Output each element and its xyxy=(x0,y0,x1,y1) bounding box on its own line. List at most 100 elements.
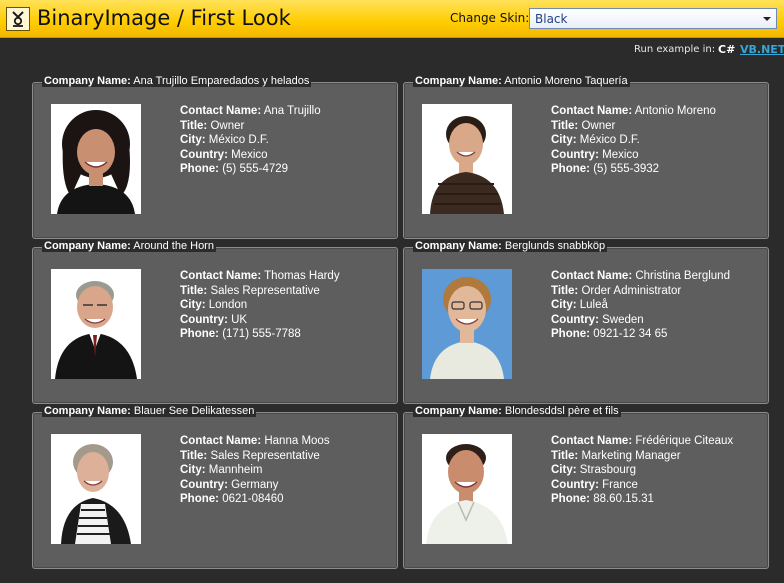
company-name-value: Antonio Moreno Taquería xyxy=(504,75,628,87)
country-value: Sweden xyxy=(602,313,644,326)
page-title: BinaryImage / First Look xyxy=(37,6,291,30)
contact-details: Contact Name: Christina Berglund Title: … xyxy=(551,269,730,342)
country-value: Mexico xyxy=(602,148,639,161)
skin-dropdown-value: Black xyxy=(535,12,568,26)
contact-details: Contact Name: Antonio Moreno Title: Owne… xyxy=(551,104,716,177)
title-label: Title: xyxy=(180,449,208,462)
company-name-label: Company Name: xyxy=(415,240,502,252)
contact-name-row: Contact Name: Thomas Hardy xyxy=(180,269,340,284)
country-row: Country: Mexico xyxy=(551,148,716,163)
company-card: Company Name: Ana Trujillo Emparedados y… xyxy=(32,75,398,239)
company-name-label: Company Name: xyxy=(44,240,131,252)
phone-row: Phone: (171) 555-7788 xyxy=(180,327,340,342)
phone-label: Phone: xyxy=(551,163,590,176)
company-name-label: Company Name: xyxy=(44,405,131,417)
country-row: Country: Sweden xyxy=(551,313,730,328)
company-card: Company Name: Blauer See Delikatessen Co… xyxy=(32,405,398,569)
title-value: Marketing Manager xyxy=(581,449,681,462)
phone-value: 0921-12 34 65 xyxy=(593,328,668,341)
company-name-value: Berglunds snabbköp xyxy=(504,240,606,252)
country-label: Country: xyxy=(180,313,228,326)
city-label: City: xyxy=(180,464,206,477)
contact-photo xyxy=(422,434,512,544)
header-bar: BinaryImage / First Look Change Skin: Bl… xyxy=(0,0,784,38)
vbnet-link[interactable]: VB.NET xyxy=(740,43,784,56)
company-card: Company Name: Around the Horn Contact Na… xyxy=(32,240,398,404)
title-label: Title: xyxy=(551,119,579,132)
company-name-value: Blondesddsl père et fils xyxy=(504,405,619,417)
contact-name-label: Contact Name: xyxy=(180,435,262,447)
title-row: Title: Sales Representative xyxy=(180,449,330,464)
title-label: Title: xyxy=(180,284,208,297)
phone-label: Phone: xyxy=(551,328,590,341)
title-row: Title: Order Administrator xyxy=(551,284,730,299)
phone-label: Phone: xyxy=(180,328,219,341)
chevron-down-icon[interactable] xyxy=(758,9,776,28)
phone-row: Phone: (5) 555-4729 xyxy=(180,162,321,177)
contact-photo xyxy=(51,104,141,214)
city-value: Luleå xyxy=(579,299,608,312)
country-row: Country: Mexico xyxy=(180,148,321,163)
contact-name-value: Antonio Moreno xyxy=(634,105,716,117)
company-name: Company Name: Antonio Moreno Taquería xyxy=(413,75,630,87)
company-card: Company Name: Berglunds snabbköp Contact… xyxy=(403,240,769,404)
contact-name-row: Contact Name: Ana Trujillo xyxy=(180,104,321,119)
phone-row: Phone: 0621-08460 xyxy=(180,492,330,507)
city-value: Strasbourg xyxy=(579,464,637,477)
contact-photo xyxy=(51,269,141,379)
city-label: City: xyxy=(180,299,206,312)
title-row: Title: Owner xyxy=(551,119,716,134)
phone-label: Phone: xyxy=(180,493,219,506)
city-row: City: Strasbourg xyxy=(551,463,733,478)
company-name-value: Blauer See Delikatessen xyxy=(133,405,255,417)
company-name: Company Name: Ana Trujillo Emparedados y… xyxy=(42,75,312,87)
binaryimage-logo-icon xyxy=(6,7,30,31)
contact-name-label: Contact Name: xyxy=(551,435,633,447)
city-row: City: México D.F. xyxy=(551,133,716,148)
title-value: Order Administrator xyxy=(581,284,682,297)
city-label: City: xyxy=(180,134,206,147)
contact-name-value: Thomas Hardy xyxy=(264,270,340,282)
phone-value: (171) 555-7788 xyxy=(222,328,301,341)
phone-value: 0621-08460 xyxy=(222,493,284,506)
change-skin-label: Change Skin: xyxy=(450,11,530,25)
contact-details: Contact Name: Hanna Moos Title: Sales Re… xyxy=(180,434,330,507)
contact-name-value: Frédérique Citeaux xyxy=(635,435,734,447)
company-name-value: Ana Trujillo Emparedados y helados xyxy=(133,75,310,87)
title-row: Title: Marketing Manager xyxy=(551,449,733,464)
contact-name-label: Contact Name: xyxy=(551,270,633,282)
country-label: Country: xyxy=(180,148,228,161)
country-row: Country: UK xyxy=(180,313,340,328)
city-value: México D.F. xyxy=(579,134,640,147)
phone-value: 88.60.15.31 xyxy=(593,493,654,506)
phone-row: Phone: 0921-12 34 65 xyxy=(551,327,730,342)
city-value: México D.F. xyxy=(208,134,269,147)
title-value: Sales Representative xyxy=(210,284,320,297)
contact-photo xyxy=(422,269,512,379)
country-label: Country: xyxy=(551,313,599,326)
phone-value: (5) 555-3932 xyxy=(593,163,660,176)
skin-dropdown[interactable]: Black xyxy=(529,8,777,29)
country-row: Country: Germany xyxy=(180,478,330,493)
country-value: Germany xyxy=(231,478,279,491)
city-label: City: xyxy=(551,464,577,477)
company-name-value: Around the Horn xyxy=(133,240,214,252)
phone-row: Phone: (5) 555-3932 xyxy=(551,162,716,177)
company-name-label: Company Name: xyxy=(44,75,131,87)
contact-name-value: Hanna Moos xyxy=(264,435,330,447)
title-row: Title: Sales Representative xyxy=(180,284,340,299)
phone-value: (5) 555-4729 xyxy=(222,163,289,176)
phone-row: Phone: 88.60.15.31 xyxy=(551,492,733,507)
country-value: France xyxy=(602,478,638,491)
country-row: Country: France xyxy=(551,478,733,493)
company-name: Company Name: Blauer See Delikatessen xyxy=(42,405,257,417)
csharp-link[interactable]: C# xyxy=(718,43,735,56)
contact-photo xyxy=(422,104,512,214)
contact-name-value: Ana Trujillo xyxy=(263,105,321,117)
city-row: City: Luleå xyxy=(551,298,730,313)
city-value: London xyxy=(208,299,248,312)
company-name-label: Company Name: xyxy=(415,75,502,87)
phone-label: Phone: xyxy=(180,163,219,176)
phone-label: Phone: xyxy=(551,493,590,506)
city-row: City: México D.F. xyxy=(180,133,321,148)
